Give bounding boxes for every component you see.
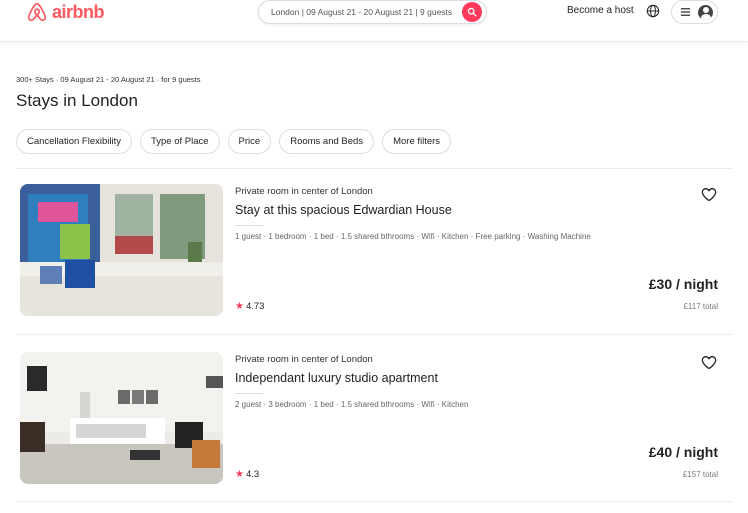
search-summary[interactable]: London | 09 August 21 - 20 August 21 | 9… xyxy=(271,7,455,17)
heart-icon[interactable] xyxy=(701,355,717,370)
filter-more-filters[interactable]: More filters xyxy=(382,129,452,154)
listing-title[interactable]: Stay at this spacious Edwardian House xyxy=(235,203,452,217)
listing-subtitle: Private room in center of London xyxy=(235,354,373,365)
listing-amenities: 2 guest · 3 bedroom · 1 bed · 1.5 shared… xyxy=(235,400,469,409)
listing-rating: ★ 4.3 xyxy=(235,469,259,480)
rating-value: 4.3 xyxy=(245,469,260,480)
listing-photo[interactable] xyxy=(20,184,223,316)
star-icon: ★ xyxy=(235,469,244,480)
listing-title[interactable]: Independant luxury studio apartment xyxy=(235,371,438,385)
listing-rating: ★ 4.73 xyxy=(235,301,264,312)
airbnb-logo-icon xyxy=(27,2,47,22)
rating-value: 4.73 xyxy=(245,301,265,312)
divider xyxy=(16,168,732,169)
top-header: airbnb London | 09 August 21 - 20 August… xyxy=(0,0,748,42)
listing-price: £40 / night xyxy=(648,444,718,460)
filter-type-of-place[interactable]: Type of Place xyxy=(139,129,220,154)
listing-card[interactable]: Private room in center of London Stay at… xyxy=(20,184,720,318)
search-icon xyxy=(467,7,477,17)
listing-photo[interactable] xyxy=(20,352,223,484)
results-meta: 300+ Stays · 09 August 21 - 20 August 21… xyxy=(16,75,201,84)
filter-bar: Cancellation Flexibility Type of Place P… xyxy=(16,129,452,154)
globe-icon[interactable] xyxy=(646,4,660,18)
heart-icon[interactable] xyxy=(701,187,717,202)
divider xyxy=(16,334,732,335)
become-host-link[interactable]: Become a host xyxy=(567,5,634,16)
page-title: Stays in London xyxy=(16,91,138,110)
search-bar[interactable]: London | 09 August 21 - 20 August 21 | 9… xyxy=(258,0,487,24)
listing-total[interactable]: £157 total xyxy=(683,470,718,479)
user-avatar-icon xyxy=(698,4,713,20)
listing-amenities: 1 guest · 1 bedroom · 1 bed · 1.5 shared… xyxy=(235,232,591,241)
logo-text: airbnb xyxy=(52,1,105,22)
filter-rooms-and-beds[interactable]: Rooms and Beds xyxy=(279,129,375,154)
divider xyxy=(235,393,263,394)
listing-total[interactable]: £117 total xyxy=(683,302,718,311)
listing-price: £30 / night xyxy=(648,276,718,292)
divider xyxy=(16,501,732,502)
room-photo-image xyxy=(20,352,223,484)
user-menu-button[interactable] xyxy=(671,0,718,24)
hamburger-icon xyxy=(680,8,691,16)
airbnb-logo[interactable]: airbnb xyxy=(26,1,105,23)
listing-subtitle: Private room in center of London xyxy=(235,186,373,197)
filter-price[interactable]: Price xyxy=(227,129,272,154)
filter-cancellation-flexibility[interactable]: Cancellation Flexibility xyxy=(16,129,132,154)
divider xyxy=(235,225,263,226)
room-photo-image xyxy=(20,184,223,316)
star-icon: ★ xyxy=(235,301,244,312)
listing-card[interactable]: Private room in center of London Indepen… xyxy=(20,352,720,486)
search-button[interactable] xyxy=(462,2,482,22)
